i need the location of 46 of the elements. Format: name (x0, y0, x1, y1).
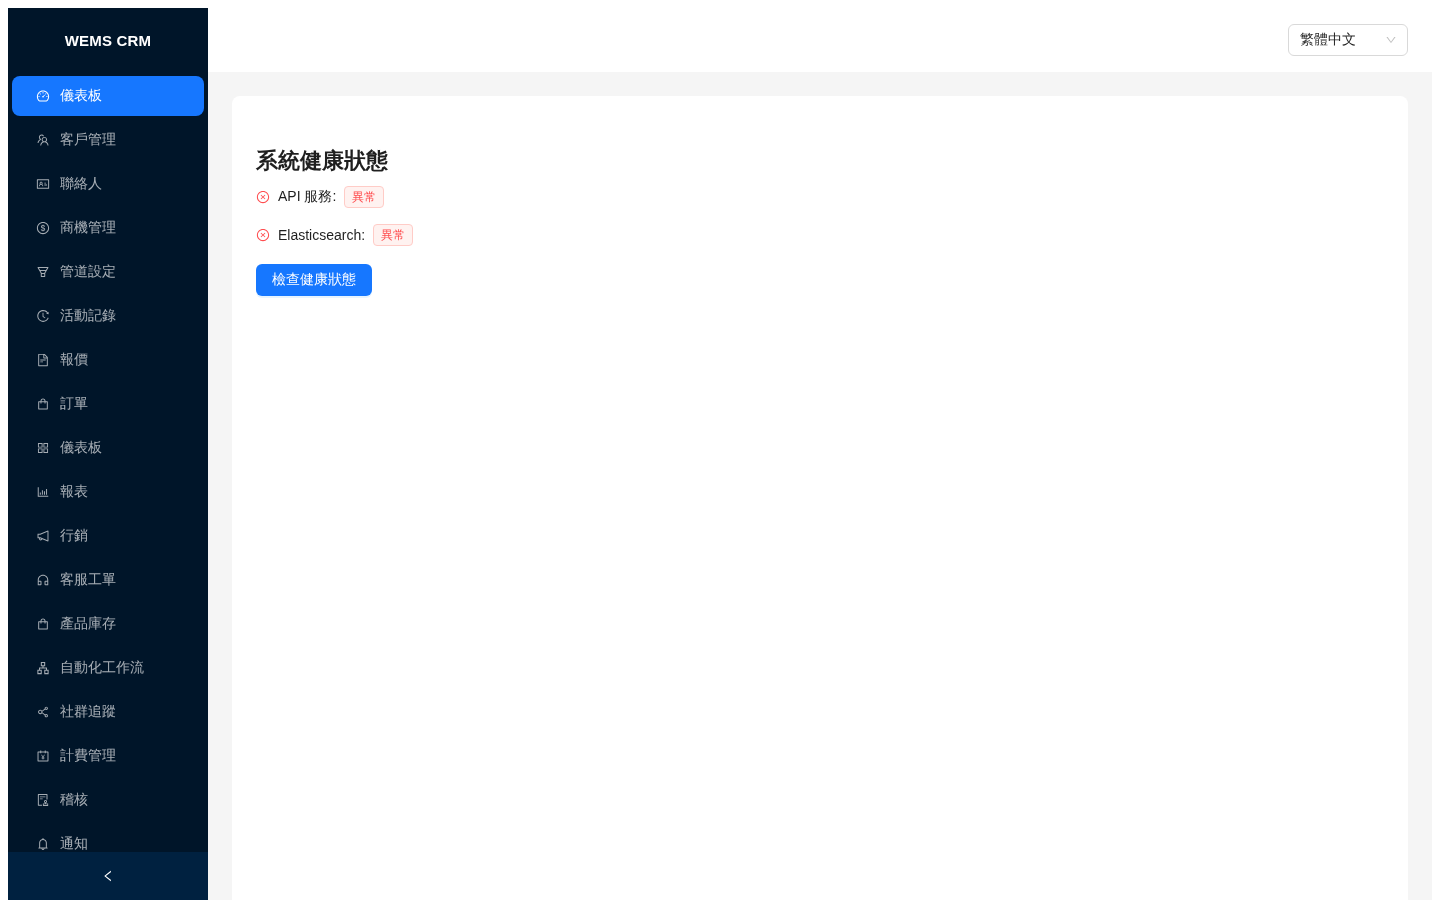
nav-item[interactable]: 客戶管理 (12, 120, 204, 160)
document-person-icon (36, 793, 50, 807)
nav-item[interactable]: 商機管理 (12, 208, 204, 248)
shopping-bag-icon (36, 617, 50, 631)
dollar-coin-icon (36, 221, 50, 235)
chevron-down-icon (1385, 34, 1397, 46)
status-tag: 異常 (344, 185, 385, 208)
language-select[interactable]: 繁體中文 (1288, 24, 1408, 56)
nav-item[interactable]: 儀表板 (12, 76, 204, 116)
nav-item[interactable]: 儀表板 (12, 428, 204, 468)
shopping-bag-icon (36, 397, 50, 411)
ledger-icon (36, 749, 50, 763)
nav-item[interactable]: 管道設定 (12, 252, 204, 292)
nav-item[interactable]: 報價 (12, 340, 204, 380)
grid-icon (36, 441, 50, 455)
nav-item[interactable]: 通知 (12, 824, 204, 852)
service-name: Elasticsearch: (278, 226, 366, 243)
check-health-button[interactable]: 檢查健康狀態 (256, 263, 372, 296)
share-icon (36, 705, 50, 719)
nav-item[interactable]: 報表 (12, 472, 204, 512)
collapse-button[interactable] (8, 852, 208, 900)
card-title: 系統健康狀態 (256, 147, 389, 175)
history-clock-icon (36, 309, 50, 323)
nav-item[interactable]: 計費管理 (12, 736, 204, 776)
nav-item[interactable]: 行銷 (12, 516, 204, 556)
nav-item[interactable]: 稽核 (12, 780, 204, 820)
nav-item[interactable]: 自動化工作流 (12, 648, 204, 688)
id-card-icon (36, 177, 50, 191)
status-tag: 異常 (373, 223, 414, 246)
nav-item[interactable]: 活動記錄 (12, 296, 204, 336)
user-group-icon (36, 133, 50, 147)
bell-icon (36, 837, 50, 851)
app-logo: WEMS CRM (64, 31, 152, 49)
hierarchy-icon (36, 661, 50, 675)
nav-item[interactable]: 客服工單 (12, 560, 204, 600)
nav-item[interactable]: 訂單 (12, 384, 204, 424)
gauge-icon (36, 89, 50, 103)
service-name: API 服務: (278, 187, 337, 206)
headset-icon (36, 573, 50, 587)
document-icon (36, 353, 50, 367)
bar-chart-icon (36, 485, 50, 499)
nav-item[interactable]: 社群追蹤 (12, 692, 204, 732)
funnel-icon (36, 265, 50, 279)
megaphone-icon (36, 529, 50, 543)
nav-item[interactable]: 聯絡人 (12, 164, 204, 204)
nav-item[interactable]: 產品庫存 (12, 604, 204, 644)
